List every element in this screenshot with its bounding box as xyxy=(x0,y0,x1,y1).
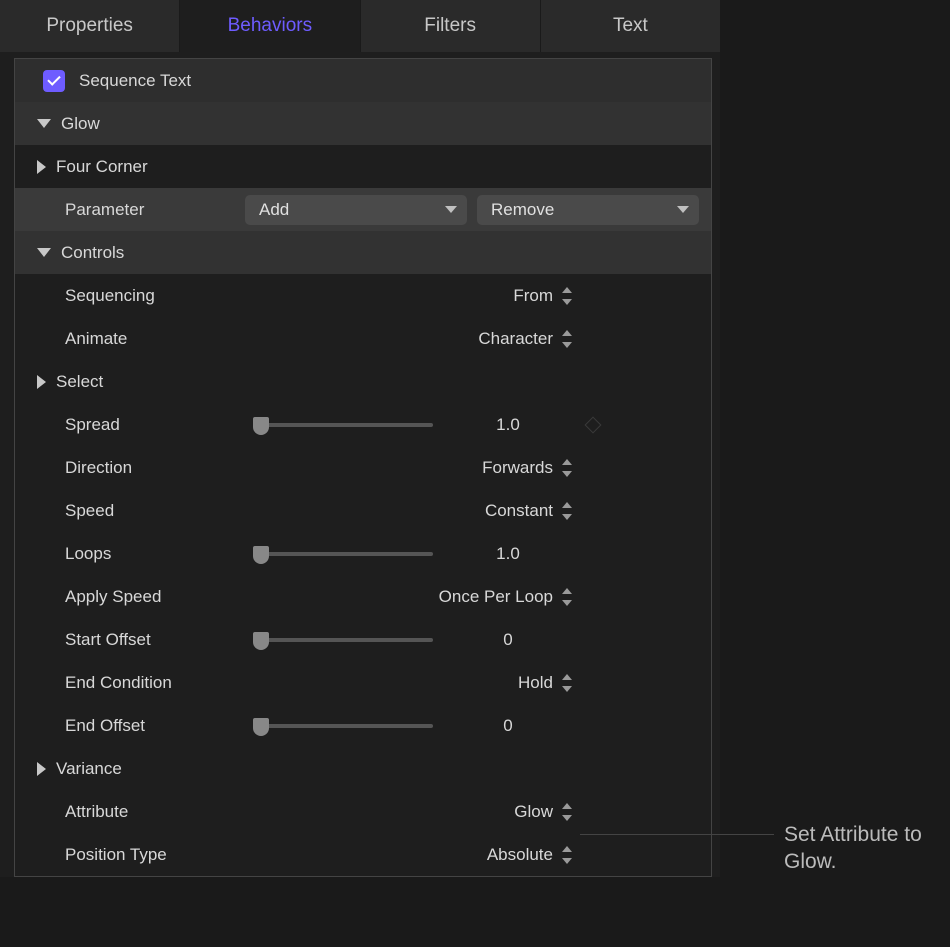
disclosure-down-icon xyxy=(37,119,51,128)
slider-thumb[interactable] xyxy=(253,718,269,736)
behavior-title: Sequence Text xyxy=(79,71,191,91)
param-animate: Animate Character xyxy=(15,317,711,360)
inspector-panel: Properties Behaviors Filters Text Sequen… xyxy=(0,0,720,877)
param-apply-speed: Apply Speed Once Per Loop xyxy=(15,575,711,618)
param-end-offset: End Offset 0 xyxy=(15,704,711,747)
stepper-icon xyxy=(561,803,573,821)
group-four-corner[interactable]: Four Corner xyxy=(15,145,711,188)
start-offset-value[interactable]: 0 xyxy=(453,630,563,650)
tab-properties[interactable]: Properties xyxy=(0,0,180,52)
spread-slider[interactable] xyxy=(253,423,433,427)
param-direction: Direction Forwards xyxy=(15,446,711,489)
param-start-offset: Start Offset 0 xyxy=(15,618,711,661)
chevron-down-icon xyxy=(445,206,457,213)
disclosure-right-icon xyxy=(37,160,46,174)
group-variance[interactable]: Variance xyxy=(15,747,711,790)
keyframe-diamond-icon[interactable] xyxy=(585,416,602,433)
direction-popup[interactable]: Forwards xyxy=(482,458,573,478)
parameter-add-dropdown[interactable]: Add xyxy=(245,195,467,225)
inspector-content: Sequence Text Glow Four Corner Parameter… xyxy=(14,58,712,877)
behavior-header: Sequence Text xyxy=(15,59,711,102)
start-offset-slider[interactable] xyxy=(253,638,433,642)
stepper-icon xyxy=(561,502,573,520)
callout-line xyxy=(580,834,774,835)
param-sequencing: Sequencing From xyxy=(15,274,711,317)
callout-annotation: Set Attribute to Glow. xyxy=(580,821,944,876)
tab-text[interactable]: Text xyxy=(541,0,720,52)
stepper-icon xyxy=(561,588,573,606)
group-select[interactable]: Select xyxy=(15,360,711,403)
tab-filters[interactable]: Filters xyxy=(361,0,541,52)
disclosure-right-icon xyxy=(37,762,46,776)
end-offset-value[interactable]: 0 xyxy=(453,716,563,736)
disclosure-down-icon xyxy=(37,248,51,257)
parameter-row: Parameter Add Remove xyxy=(15,188,711,231)
tab-behaviors[interactable]: Behaviors xyxy=(180,0,360,52)
group-glow[interactable]: Glow xyxy=(15,102,711,145)
position-type-popup[interactable]: Absolute xyxy=(487,845,573,865)
slider-thumb[interactable] xyxy=(253,417,269,435)
param-loops: Loops 1.0 xyxy=(15,532,711,575)
stepper-icon xyxy=(561,330,573,348)
chevron-down-icon xyxy=(677,206,689,213)
param-spread: Spread 1.0 xyxy=(15,403,711,446)
tab-bar: Properties Behaviors Filters Text xyxy=(0,0,720,52)
sequence-text-checkbox[interactable] xyxy=(43,70,65,92)
attribute-popup[interactable]: Glow xyxy=(514,802,573,822)
stepper-icon xyxy=(561,846,573,864)
slider-thumb[interactable] xyxy=(253,546,269,564)
speed-popup[interactable]: Constant xyxy=(485,501,573,521)
spread-value[interactable]: 1.0 xyxy=(453,415,563,435)
loops-value[interactable]: 1.0 xyxy=(453,544,563,564)
disclosure-right-icon xyxy=(37,375,46,389)
stepper-icon xyxy=(561,287,573,305)
apply-speed-popup[interactable]: Once Per Loop xyxy=(439,587,573,607)
parameter-remove-dropdown[interactable]: Remove xyxy=(477,195,699,225)
parameter-label: Parameter xyxy=(65,200,245,220)
slider-thumb[interactable] xyxy=(253,632,269,650)
end-condition-popup[interactable]: Hold xyxy=(518,673,573,693)
loops-slider[interactable] xyxy=(253,552,433,556)
animate-popup[interactable]: Character xyxy=(478,329,573,349)
stepper-icon xyxy=(561,459,573,477)
stepper-icon xyxy=(561,674,573,692)
group-controls[interactable]: Controls xyxy=(15,231,711,274)
param-speed: Speed Constant xyxy=(15,489,711,532)
end-offset-slider[interactable] xyxy=(253,724,433,728)
param-end-condition: End Condition Hold xyxy=(15,661,711,704)
sequencing-popup[interactable]: From xyxy=(513,286,573,306)
callout-text: Set Attribute to Glow. xyxy=(784,821,944,876)
